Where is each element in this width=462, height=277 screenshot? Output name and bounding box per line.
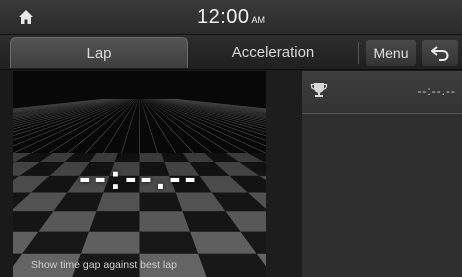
back-button[interactable] [422, 40, 458, 66]
tab-lap[interactable]: Lap [10, 37, 188, 68]
clock-time: 12:00 [196, 6, 250, 28]
menu-button-label: Menu [373, 45, 409, 61]
tab-acceleration-label: Acceleration [231, 43, 315, 61]
current-lap-time: --:--.-- [79, 159, 200, 197]
lap-timer-panel: --:--.-- Show time gap against best lap [13, 71, 266, 277]
tab-divider [358, 42, 359, 64]
status-bar: 12:00 AM [0, 0, 462, 35]
trophy-icon [310, 83, 328, 97]
tab-acceleration[interactable]: Acceleration [190, 37, 356, 67]
time-gap-hint[interactable]: Show time gap against best lap [31, 259, 177, 271]
lap-records-panel: --:--.-- [302, 71, 462, 277]
best-lap-time: --:--.-- [417, 84, 456, 98]
menu-button[interactable]: Menu [366, 40, 416, 66]
tab-lap-label: Lap [86, 44, 112, 62]
tab-bar: Lap Acceleration Menu [0, 35, 462, 70]
panel-separator [266, 71, 302, 277]
best-lap-row: --:--.-- [302, 71, 462, 114]
clock: 12:00 AM [0, 6, 462, 29]
back-arrow-icon [431, 46, 449, 61]
clock-ampm: AM [251, 15, 266, 25]
